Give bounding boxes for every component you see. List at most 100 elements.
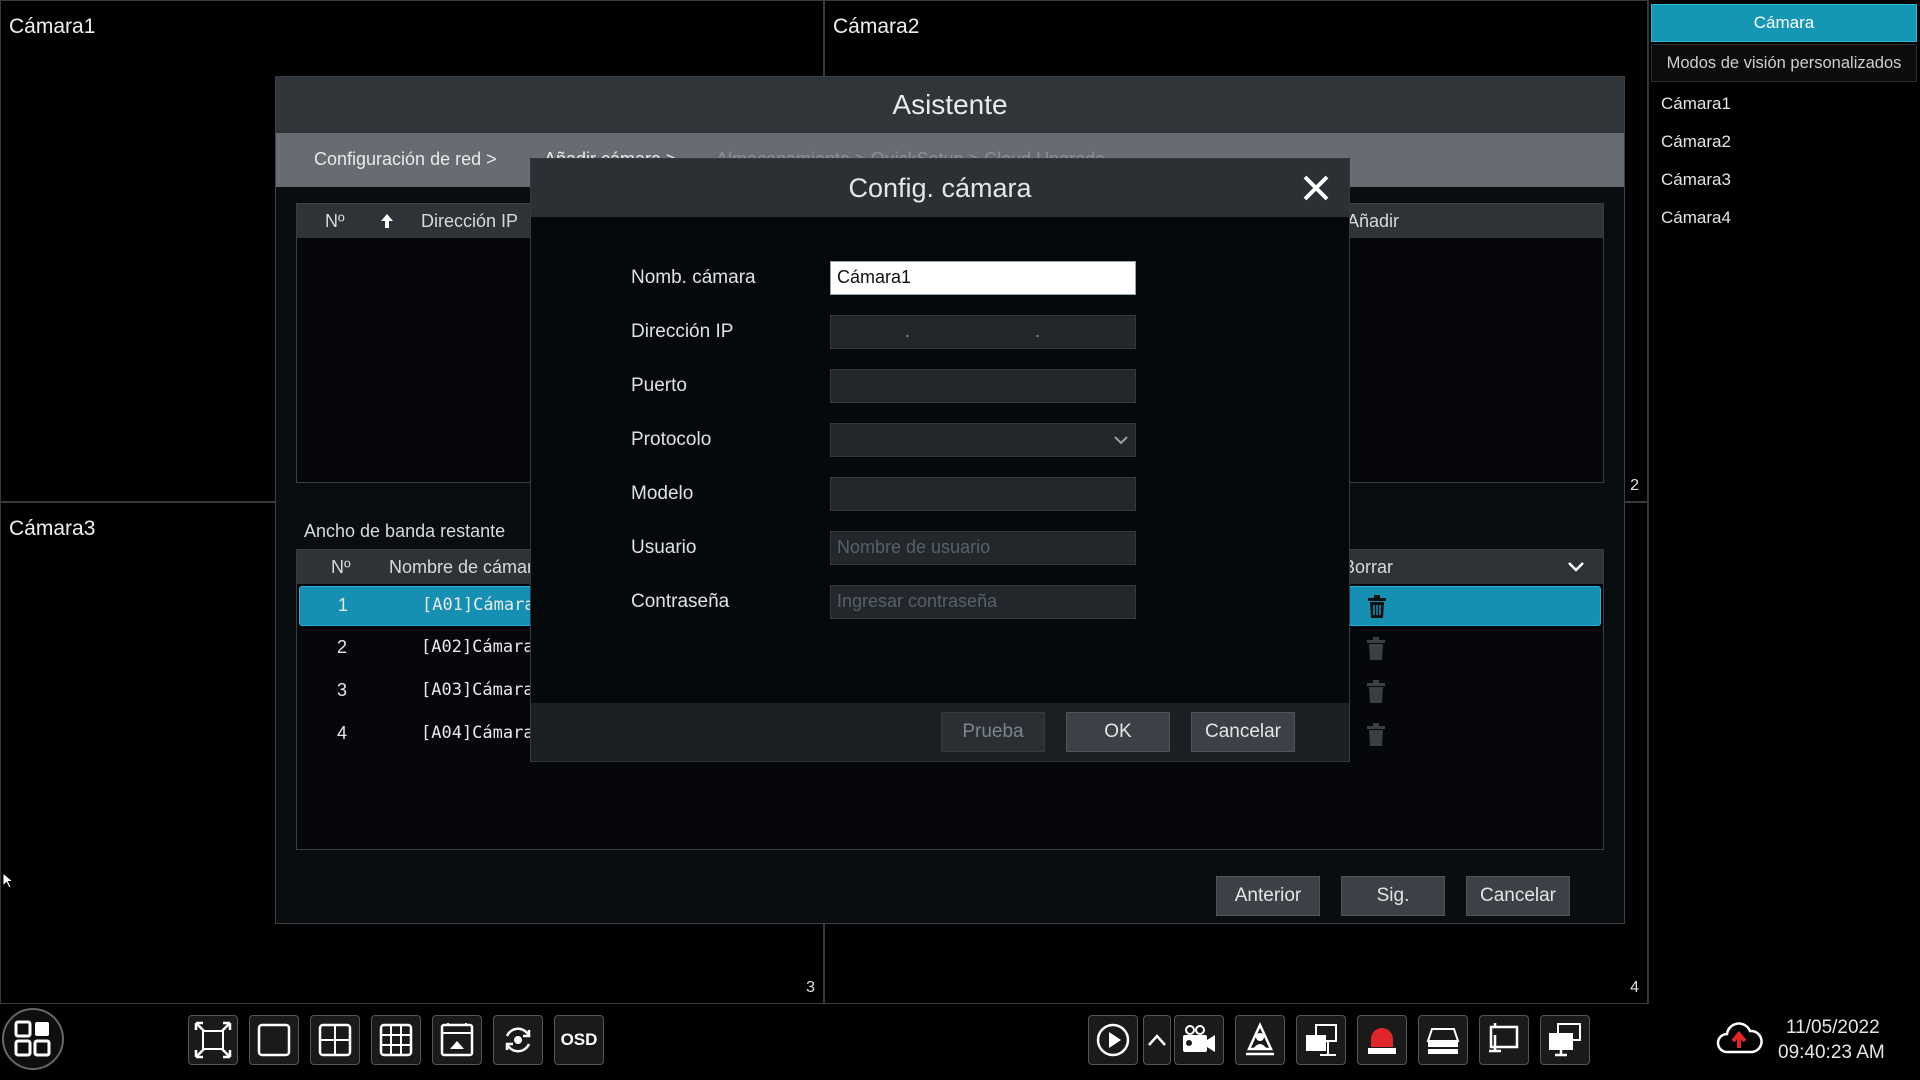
camera-cell-2-label: Cámara2	[833, 15, 920, 38]
col-number[interactable]: Nº	[325, 211, 345, 232]
row-number: 1	[338, 595, 349, 615]
playback-menu-button[interactable]	[1143, 1015, 1171, 1065]
close-icon[interactable]	[1301, 173, 1331, 203]
sort-up-arrow-icon[interactable]	[379, 212, 395, 230]
tab-camera[interactable]: Cámara	[1651, 4, 1917, 42]
row-number: 4	[337, 723, 348, 743]
rotate-view-icon	[505, 1027, 531, 1053]
camera-name-input[interactable]: Cámara1	[830, 261, 1136, 295]
camera-cell-3-number: 3	[806, 979, 815, 996]
camera-cell-2-number: 2	[1630, 477, 1639, 494]
sequence-button[interactable]	[493, 1015, 543, 1065]
camera-name-label: Nomb. cámara	[631, 267, 756, 288]
row-camera-name: [A01]Cámara1	[422, 595, 545, 615]
layout-4-button[interactable]	[310, 1015, 360, 1065]
col-number: Nº	[331, 557, 351, 577]
next-button[interactable]: Sig.	[1341, 876, 1445, 916]
quad-view-icon	[318, 1023, 352, 1057]
clock-date: 11/05/2022	[1786, 1017, 1880, 1038]
monitor-button[interactable]	[1540, 1015, 1590, 1065]
previous-button[interactable]: Anterior	[1216, 876, 1320, 916]
dialog-title: Config. cámara	[531, 159, 1349, 217]
ip-address-label: Dirección IP	[631, 321, 734, 342]
user-placeholder: Nombre de usuario	[837, 537, 991, 557]
camera-config-dialog: Config. cámara Nomb. cámara Cámara1 Dire…	[530, 158, 1350, 762]
fullscreen-icon	[194, 1021, 232, 1059]
single-view-icon	[257, 1023, 291, 1057]
trash-icon[interactable]	[1365, 723, 1387, 747]
picture-in-picture-button[interactable]	[432, 1015, 482, 1065]
chevron-up-icon	[1148, 1034, 1166, 1046]
chevron-down-icon[interactable]	[1567, 560, 1585, 574]
camera-list-item[interactable]: Cámara2	[1661, 132, 1731, 152]
osd-button[interactable]: OSD	[554, 1015, 604, 1065]
fullscreen-button[interactable]	[188, 1015, 238, 1065]
model-label: Modelo	[631, 483, 694, 504]
start-menu-button[interactable]	[2, 1008, 64, 1070]
col-camera-name: Nombre de cámara	[389, 557, 544, 577]
ip-address-input[interactable]: . . .	[830, 315, 1136, 349]
mouse-cursor-icon	[2, 872, 15, 889]
wizard-cancel-button[interactable]: Cancelar	[1466, 876, 1570, 916]
trash-icon[interactable]	[1366, 595, 1388, 619]
video-camera-icon	[1183, 1025, 1215, 1052]
model-input[interactable]	[830, 477, 1136, 511]
dialog-footer: Prueba OK Cancelar	[531, 703, 1349, 761]
network-monitor-icon	[1489, 1023, 1519, 1053]
protocol-label: Protocolo	[631, 429, 712, 450]
pip-icon	[440, 1023, 474, 1057]
step-network: Configuración de red >	[314, 149, 497, 169]
nine-view-icon	[379, 1023, 413, 1057]
col-delete: Borrar	[1343, 557, 1394, 577]
trash-icon[interactable]	[1365, 680, 1387, 704]
password-input[interactable]: Ingresar contraseña	[830, 585, 1136, 619]
test-button[interactable]: Prueba	[941, 712, 1045, 752]
row-number: 3	[337, 680, 348, 700]
tab-custom-view-modes[interactable]: Modos de visión personalizados	[1651, 44, 1917, 82]
password-label: Contraseña	[631, 591, 730, 612]
camera-cell-4-number: 4	[1630, 979, 1639, 996]
password-placeholder: Ingresar contraseña	[837, 591, 998, 611]
play-icon	[1096, 1023, 1130, 1057]
col-ip-address[interactable]: Dirección IP	[421, 211, 518, 232]
stacked-screens-icon	[1306, 1024, 1337, 1056]
alarm-light-icon	[1368, 1028, 1396, 1054]
user-input[interactable]: Nombre de usuario	[830, 531, 1136, 565]
user-alert-icon	[1246, 1021, 1274, 1056]
camera-cell-3-label: Cámara3	[9, 517, 96, 540]
remaining-bandwidth-label: Ancho de banda restante	[304, 521, 506, 541]
dual-monitor-icon	[1549, 1023, 1581, 1057]
port-input[interactable]	[830, 369, 1136, 403]
storage-button[interactable]	[1418, 1015, 1468, 1065]
col-add: Añadir	[1347, 211, 1400, 231]
row-number: 2	[337, 637, 348, 657]
record-button[interactable]	[1174, 1015, 1224, 1065]
alarm-button[interactable]	[1357, 1015, 1407, 1065]
playback-button[interactable]	[1088, 1015, 1138, 1065]
user-label: Usuario	[631, 537, 697, 558]
dialog-cancel-button[interactable]: Cancelar	[1191, 712, 1295, 752]
camera-list-item[interactable]: Cámara4	[1661, 208, 1731, 228]
camera-list-item[interactable]: Cámara3	[1661, 170, 1731, 190]
row-camera-name: [A02]Cámara2	[421, 637, 544, 657]
camera-list-item[interactable]: Cámara1	[1661, 94, 1731, 114]
ok-button[interactable]: OK	[1066, 712, 1170, 752]
camera-cell-1-label: Cámara1	[9, 15, 96, 38]
chevron-down-icon	[1114, 436, 1128, 445]
wizard-title: Asistente	[276, 77, 1624, 133]
row-camera-name: [A03]Cámara3	[421, 680, 544, 700]
disk-management-button[interactable]	[1296, 1015, 1346, 1065]
layout-9-button[interactable]	[371, 1015, 421, 1065]
layout-1-button[interactable]	[249, 1015, 299, 1065]
cloud-upgrade-icon[interactable]	[1715, 1018, 1763, 1058]
protocol-select[interactable]	[830, 423, 1136, 457]
port-label: Puerto	[631, 375, 687, 396]
clock-time: 09:40:23 AM	[1778, 1042, 1885, 1063]
right-panel: Cámara Modos de visión personalizados Cá…	[1648, 0, 1920, 1004]
network-button[interactable]	[1479, 1015, 1529, 1065]
grid-menu-icon	[14, 1020, 51, 1057]
row-camera-name: [A04]Cámara4	[421, 723, 544, 743]
trash-icon[interactable]	[1365, 637, 1387, 661]
hard-drive-icon	[1426, 1028, 1460, 1054]
manual-alarm-user-button[interactable]	[1235, 1015, 1285, 1065]
